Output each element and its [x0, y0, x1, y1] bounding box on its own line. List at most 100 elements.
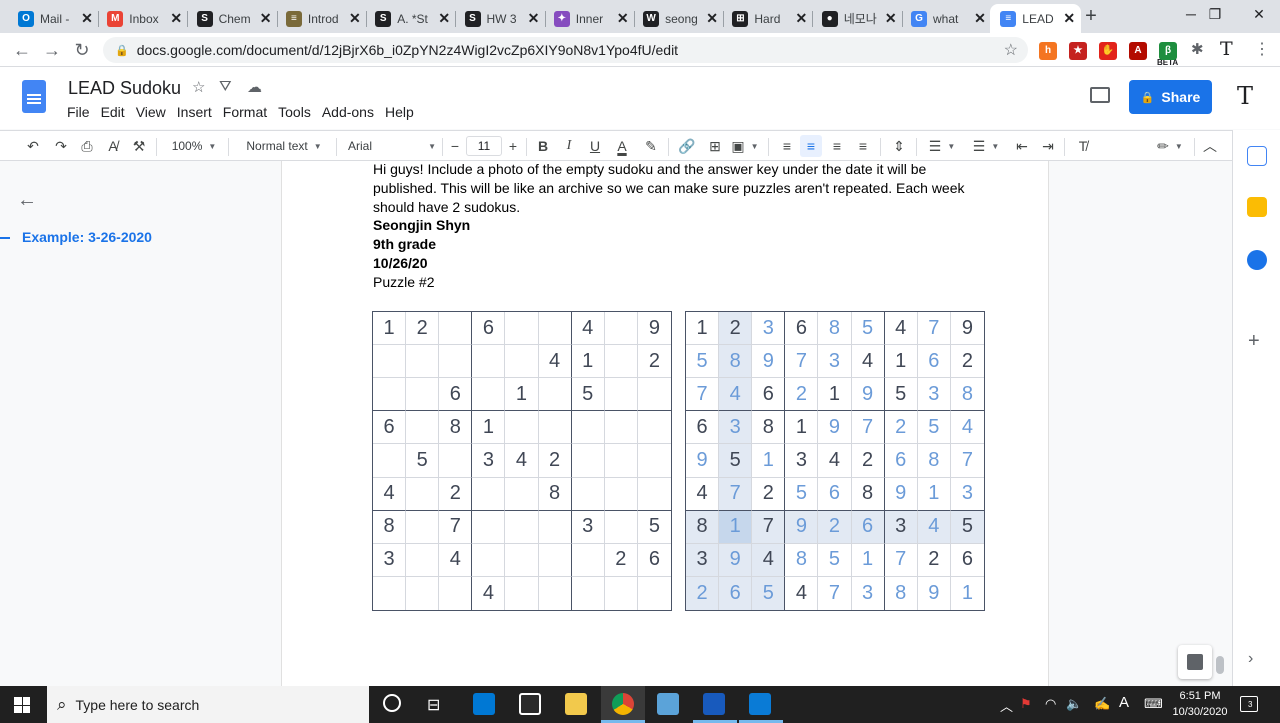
menu-edit[interactable]: Edit [101, 104, 125, 120]
browser-tab[interactable]: S HW 3 ✕ [455, 4, 546, 33]
tray-app-icon[interactable]: ⚑ [1020, 696, 1032, 712]
bulleted-list-icon[interactable]: ☰ ▼ [968, 135, 1004, 157]
browser-tab[interactable]: ✦ Inner ✕ [544, 4, 635, 33]
menu-tools[interactable]: Tools [278, 104, 311, 120]
back-button[interactable]: ← [10, 38, 34, 62]
move-to-drive-icon[interactable]: ⛛ [219, 78, 232, 95]
font-size-input[interactable]: 11 [466, 136, 502, 156]
paint-format-icon[interactable]: ⚒ [128, 135, 150, 157]
bookmark-star-icon[interactable]: ☆ [1004, 40, 1018, 60]
close-window-button[interactable]: ✕ [1236, 0, 1280, 30]
task-view-icon[interactable]: ⊟ [427, 695, 440, 715]
close-tab-icon[interactable]: ✕ [526, 10, 542, 27]
share-button[interactable]: 🔒 Share [1129, 80, 1212, 114]
profile-avatar[interactable]: T [1220, 38, 1233, 60]
undo-icon[interactable]: ↶ [22, 135, 44, 157]
notification-center-icon[interactable]: 3 [1240, 696, 1258, 712]
font-select[interactable]: Arial ▼ [348, 135, 436, 157]
adblock-icon[interactable]: ✋ [1099, 42, 1117, 60]
new-tab-button[interactable]: + [1080, 5, 1102, 27]
star-icon[interactable]: ☆ [192, 78, 205, 96]
honey-extension-icon[interactable]: h [1039, 42, 1057, 60]
sudoku-answer-image[interactable]: 1236854795897341627462195386381972549513… [685, 311, 985, 611]
restore-button[interactable]: ❐ [1192, 0, 1238, 30]
highlight-color-icon[interactable]: ✎ [642, 135, 660, 157]
browser-tab[interactable]: M Inbox ✕ [97, 4, 189, 33]
sudoku-puzzle-image[interactable]: 126494126156815342428873534264 [372, 311, 672, 611]
account-avatar[interactable]: T [1232, 82, 1258, 110]
taskbar-clock[interactable]: 6:51 PM 10/30/2020 [1168, 688, 1232, 720]
ime-label[interactable]: A [1119, 694, 1129, 711]
windows-start-icon[interactable] [14, 697, 30, 713]
close-tab-icon[interactable]: ✕ [1061, 10, 1077, 27]
browser-tab[interactable]: ● 네모나 ✕ [812, 4, 903, 33]
editing-mode-icon[interactable]: ✏ ▼ [1152, 135, 1188, 157]
close-tab-icon[interactable]: ✕ [883, 10, 899, 27]
close-tab-icon[interactable]: ✕ [793, 10, 809, 27]
comment-history-icon[interactable] [1090, 87, 1110, 103]
chrome-app-icon[interactable] [612, 693, 634, 715]
menu-view[interactable]: View [136, 104, 166, 120]
scrollbar-thumb[interactable] [1216, 656, 1224, 674]
align-right-icon[interactable]: ≡ [826, 135, 848, 157]
google-docs-logo-icon[interactable] [22, 80, 46, 113]
close-outline-arrow-icon[interactable]: ← [17, 189, 37, 212]
calendar-icon[interactable] [1247, 146, 1267, 166]
close-tab-icon[interactable]: ✕ [347, 10, 363, 27]
show-hidden-icons-icon[interactable]: ︿ [1000, 696, 1013, 715]
word-app-icon[interactable] [703, 693, 725, 715]
insert-image-icon[interactable]: ▣ ▼ [730, 135, 760, 157]
text-color-icon[interactable]: A [612, 135, 632, 157]
browser-tab[interactable]: ≡ LEAD ✕ [990, 4, 1082, 33]
italic-icon[interactable]: I [560, 135, 578, 157]
browser-tab[interactable]: Gwhat ✕ [901, 4, 992, 33]
bold-icon[interactable]: B [534, 135, 552, 157]
file-explorer-icon[interactable] [565, 693, 587, 715]
close-tab-icon[interactable]: ✕ [258, 10, 274, 27]
close-tab-icon[interactable]: ✕ [436, 10, 452, 27]
browser-menu-icon[interactable]: ⋮ [1254, 39, 1270, 59]
close-tab-icon[interactable]: ✕ [168, 10, 184, 27]
expand-side-panel-icon[interactable]: › [1248, 650, 1253, 668]
store-app-icon[interactable] [519, 693, 541, 715]
close-tab-icon[interactable]: ✕ [615, 10, 631, 27]
outline-heading[interactable]: Example: 3-26-2020 [0, 229, 152, 245]
keyboard-layout-icon[interactable]: ⌨ [1144, 696, 1163, 712]
zoom-select[interactable]: 100% ▼ [168, 135, 220, 157]
menu-add-ons[interactable]: Add-ons [322, 104, 374, 120]
document-title[interactable]: LEAD Sudoku [68, 78, 181, 99]
add-addon-icon[interactable]: + [1248, 330, 1260, 353]
cortana-icon[interactable] [383, 694, 401, 712]
menu-insert[interactable]: Insert [177, 104, 212, 120]
address-bar[interactable]: 🔒 docs.google.com/document/d/12jBjrX6b_i… [103, 37, 1028, 63]
photos-app-icon[interactable] [749, 693, 771, 715]
explore-button[interactable] [1178, 645, 1212, 679]
increase-indent-icon[interactable]: ⇥ [1038, 135, 1058, 157]
align-left-icon[interactable]: ≡ [776, 135, 798, 157]
close-tab-icon[interactable]: ✕ [79, 10, 95, 27]
collapse-menus-icon[interactable]: ︿ [1200, 135, 1220, 157]
extension-icon[interactable]: ★ [1069, 42, 1087, 60]
redo-icon[interactable]: ↷ [50, 135, 72, 157]
increase-font-size-button[interactable]: + [504, 135, 522, 157]
beta-extension-icon[interactable]: β [1159, 42, 1177, 60]
menu-file[interactable]: File [67, 104, 90, 120]
taskbar-search-box[interactable]: ⌕ Type here to search [47, 686, 369, 723]
spellcheck-icon[interactable]: A̸ [102, 135, 124, 157]
close-tab-icon[interactable]: ✕ [972, 10, 988, 27]
browser-tab[interactable]: S Chem ✕ [187, 4, 278, 33]
menu-help[interactable]: Help [385, 104, 414, 120]
add-comment-icon[interactable]: ⊞ [704, 135, 726, 157]
volume-icon[interactable]: 🔈 [1066, 696, 1082, 712]
insert-link-icon[interactable]: 🔗 [676, 135, 698, 157]
print-icon[interactable]: ⎙ [76, 135, 98, 157]
clear-formatting-icon[interactable]: T̸ [1072, 135, 1094, 157]
close-tab-icon[interactable]: ✕ [704, 10, 720, 27]
decrease-font-size-button[interactable]: − [446, 135, 464, 157]
keep-icon[interactable] [1247, 197, 1267, 217]
tasks-icon[interactable] [1247, 250, 1267, 270]
browser-tab[interactable]: Wseong ✕ [633, 4, 725, 33]
browser-tab[interactable]: O Mail - ✕ [8, 4, 99, 33]
browser-tab[interactable]: S A. *St ✕ [365, 4, 457, 33]
style-select[interactable]: Normal text ▼ [240, 135, 328, 157]
